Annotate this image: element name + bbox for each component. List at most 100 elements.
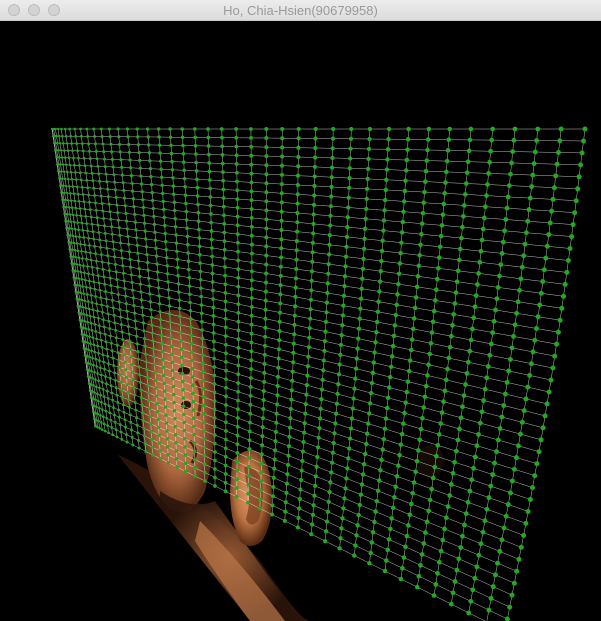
mesh-control-point[interactable] [115,435,119,439]
mesh-control-point[interactable] [181,143,185,148]
mesh-control-point[interactable] [110,291,114,295]
mesh-control-point[interactable] [144,245,149,249]
mesh-control-point[interactable] [319,387,325,392]
mesh-control-point[interactable] [400,565,405,571]
mesh-control-point[interactable] [202,420,206,425]
mesh-control-point[interactable] [185,226,189,230]
mesh-control-point[interactable] [155,270,160,274]
mesh-control-point[interactable] [176,282,181,286]
mesh-control-point[interactable] [223,334,228,338]
mesh-control-point[interactable] [393,484,398,490]
mesh-control-point[interactable] [446,137,452,142]
mesh-control-point[interactable] [477,420,483,426]
mesh-control-point[interactable] [297,506,302,511]
mesh-control-point[interactable] [368,550,373,556]
mesh-control-point[interactable] [182,420,186,425]
mesh-control-point[interactable] [79,305,82,308]
mesh-control-point[interactable] [139,182,144,186]
mesh-control-point[interactable] [181,404,186,408]
mesh-control-point[interactable] [248,393,253,398]
mesh-control-point[interactable] [67,185,71,188]
mesh-control-point[interactable] [153,370,157,375]
mesh-control-point[interactable] [221,178,225,183]
mesh-control-point[interactable] [401,209,406,214]
mesh-control-point[interactable] [330,146,335,151]
mesh-control-point[interactable] [121,395,125,399]
mesh-control-point[interactable] [169,344,174,348]
mesh-control-point[interactable] [72,255,75,259]
mesh-control-point[interactable] [195,185,200,190]
mesh-control-point[interactable] [315,445,321,450]
mesh-control-point[interactable] [497,548,503,554]
mesh-control-point[interactable] [414,584,420,590]
mesh-control-point[interactable] [151,206,155,211]
mesh-control-point[interactable] [122,345,126,349]
mesh-control-point[interactable] [347,166,352,171]
mesh-control-point[interactable] [85,257,88,261]
mesh-control-point[interactable] [388,526,393,532]
mesh-control-point[interactable] [208,195,213,199]
mesh-control-point[interactable] [472,575,478,581]
mesh-control-point[interactable] [192,432,196,437]
mesh-control-point[interactable] [550,196,556,202]
mesh-control-point[interactable] [263,343,267,348]
mesh-control-point[interactable] [514,310,520,316]
mesh-control-point[interactable] [436,266,441,271]
mesh-control-point[interactable] [309,288,314,293]
mesh-control-point[interactable] [343,254,349,259]
mesh-control-point[interactable] [314,464,319,469]
mesh-control-point[interactable] [105,304,109,308]
mesh-control-point[interactable] [119,158,123,162]
mesh-control-point[interactable] [248,384,253,389]
mesh-control-point[interactable] [89,321,93,325]
mesh-control-point[interactable] [387,374,393,380]
mesh-control-point[interactable] [435,570,440,576]
mesh-control-point[interactable] [271,485,276,489]
mesh-control-point[interactable] [56,127,60,131]
mesh-control-point[interactable] [342,274,348,279]
mesh-control-point[interactable] [81,319,84,322]
mesh-control-point[interactable] [385,147,391,152]
mesh-control-point[interactable] [262,352,267,357]
mesh-control-point[interactable] [193,474,197,478]
mesh-control-point[interactable] [157,294,161,298]
mesh-control-point[interactable] [171,376,175,381]
mesh-control-point[interactable] [222,256,227,261]
mesh-control-point[interactable] [223,308,228,312]
mesh-control-point[interactable] [116,211,120,215]
mesh-control-point[interactable] [187,267,191,272]
mesh-control-point[interactable] [360,266,366,271]
mesh-control-point[interactable] [435,442,441,448]
mesh-control-point[interactable] [518,544,524,550]
mesh-control-point[interactable] [83,207,87,211]
mesh-control-point[interactable] [125,227,129,231]
mesh-control-point[interactable] [173,417,177,421]
mesh-control-point[interactable] [374,498,380,504]
mesh-control-point[interactable] [86,265,89,268]
mesh-control-point[interactable] [61,134,64,138]
mesh-control-point[interactable] [61,177,64,180]
mesh-control-point[interactable] [330,165,335,170]
mesh-control-point[interactable] [120,437,124,441]
mesh-control-point[interactable] [348,156,353,161]
mesh-control-point[interactable] [310,240,315,245]
mesh-control-point[interactable] [84,250,88,254]
mesh-control-point[interactable] [307,326,312,331]
mesh-control-point[interactable] [327,489,332,495]
mesh-control-point[interactable] [264,190,269,195]
mesh-control-point[interactable] [280,163,284,168]
mesh-control-point[interactable] [188,309,193,313]
mesh-control-point[interactable] [95,302,98,306]
mesh-control-point[interactable] [258,488,263,493]
mesh-control-point[interactable] [115,343,119,347]
mesh-control-point[interactable] [223,299,228,304]
mesh-control-point[interactable] [66,199,70,202]
mesh-control-point[interactable] [198,269,203,274]
mesh-control-point[interactable] [99,194,103,198]
mesh-control-point[interactable] [235,223,240,228]
mesh-control-point[interactable] [195,194,200,198]
mesh-control-point[interactable] [455,268,461,274]
mesh-control-point[interactable] [99,393,102,397]
mesh-control-point[interactable] [77,291,80,294]
mesh-control-point[interactable] [473,293,479,298]
